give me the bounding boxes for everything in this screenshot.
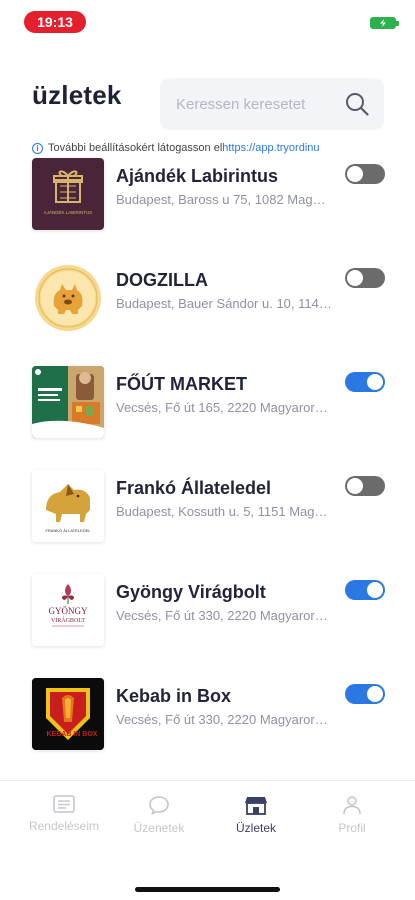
shop-toggle[interactable] xyxy=(345,268,385,288)
shop-toggle[interactable] xyxy=(345,372,385,392)
shop-toggle[interactable] xyxy=(345,580,385,600)
info-icon: i xyxy=(32,142,43,154)
home-indicator xyxy=(135,887,280,892)
search-input[interactable] xyxy=(176,95,336,113)
shop-address: Budapest, Kossuth u. 5, 1151 Magyarorszá… xyxy=(116,504,332,519)
shop-row-fout-market[interactable]: FŐÚT MARKET Vecsés, Fő út 165, 2220 Magy… xyxy=(0,364,415,440)
chat-bubble-icon xyxy=(149,796,169,815)
shop-name: Ajándék Labirintus xyxy=(116,166,279,186)
page-title: üzletek xyxy=(32,80,122,110)
franko-logo-text: FRANKÓ ÁLLATELEDEL xyxy=(45,528,91,533)
flower-logo: GYÖNGY VIRÁGBOLT xyxy=(32,574,104,646)
gyongy-logo-text-1: GYÖNGY xyxy=(49,606,88,616)
shop-name: FŐÚT MARKET xyxy=(116,374,247,394)
shop-name: Kebab in Box xyxy=(116,686,232,706)
nav-label: Üzletek xyxy=(235,821,276,835)
shop-name: Frankó Állateledel xyxy=(116,478,272,498)
market-photo-logo xyxy=(32,366,104,438)
shop-name: Gyöngy Virágbolt xyxy=(116,582,266,602)
nav-label: Profil xyxy=(338,821,366,835)
search-icon[interactable] xyxy=(344,91,370,117)
gyongy-logo-text-2: VIRÁGBOLT xyxy=(51,616,85,624)
nav-item-rendeleseim[interactable]: Rendeléseim xyxy=(14,795,114,833)
nav-item-uzletek[interactable]: Üzletek xyxy=(206,795,306,835)
shop-address: Vecsés, Fő út 330, 2220 Magyarország xyxy=(116,712,332,727)
status-bar: 19:13 xyxy=(0,0,415,44)
kebab-logo: KEBAB IN BOX xyxy=(32,678,104,750)
orders-list-icon xyxy=(53,795,75,813)
shop-address: Budapest, Bauer Sándor u. 10, 1149 Magya… xyxy=(116,296,332,311)
bottom-nav: Rendeléseim Üzenetek Üzletek Profil xyxy=(0,780,415,900)
shop-toggle[interactable] xyxy=(345,684,385,704)
kebab-logo-text: KEBAB IN BOX xyxy=(47,731,98,738)
shop-row-franko-allateledel[interactable]: FRANKÓ ÁLLATELEDEL Frankó Állateledel Bu… xyxy=(0,468,415,544)
shop-address: Budapest, Baross u 75, 1082 Magyarország xyxy=(116,192,332,207)
shop-address: Vecsés, Fő út 165, 2220 Magyarország xyxy=(116,400,332,415)
shop-toggle[interactable] xyxy=(345,476,385,496)
ajandek-logo-text: AJÁNDÉK LABIRINTUS xyxy=(44,209,93,215)
bulldog-logo xyxy=(32,262,104,334)
shop-address: Vecsés, Fő út 330, 2220 Magyarország xyxy=(116,608,332,623)
person-icon xyxy=(343,796,361,815)
battery-charging-icon xyxy=(370,17,399,29)
search-box[interactable] xyxy=(160,78,384,130)
shop-row-kebab-in-box[interactable]: KEBAB IN BOX Kebab in Box Vecsés, Fő út … xyxy=(0,676,415,752)
nav-item-profil[interactable]: Profil xyxy=(302,795,402,835)
gift-box-logo: AJÁNDÉK LABIRINTUS xyxy=(32,158,104,230)
shop-row-gyongy-viragbolt[interactable]: GYÖNGY VIRÁGBOLT Gyöngy Virágbolt Vecsés… xyxy=(0,572,415,648)
info-line: i További beállításokért látogasson el h… xyxy=(32,139,385,157)
shop-toggle[interactable] xyxy=(345,164,385,184)
store-icon xyxy=(245,797,267,815)
info-text: További beállításokért látogasson el xyxy=(48,142,223,154)
nav-item-uzenetek[interactable]: Üzenetek xyxy=(109,795,209,835)
shop-row-dogzilla[interactable]: DOGZILLA Budapest, Bauer Sándor u. 10, 1… xyxy=(0,260,415,336)
nav-label: Rendeléseim xyxy=(28,819,100,833)
shop-name: DOGZILLA xyxy=(116,270,208,290)
info-link[interactable]: https://app.tryordinu xyxy=(222,142,319,154)
status-time: 19:13 xyxy=(24,11,86,33)
nav-label: Üzenetek xyxy=(133,821,185,835)
shop-row-ajandek-labirintus[interactable]: AJÁNDÉK LABIRINTUS Ajándék Labirintus Bu… xyxy=(0,156,415,232)
dog-logo: FRANKÓ ÁLLATELEDEL xyxy=(32,470,104,542)
